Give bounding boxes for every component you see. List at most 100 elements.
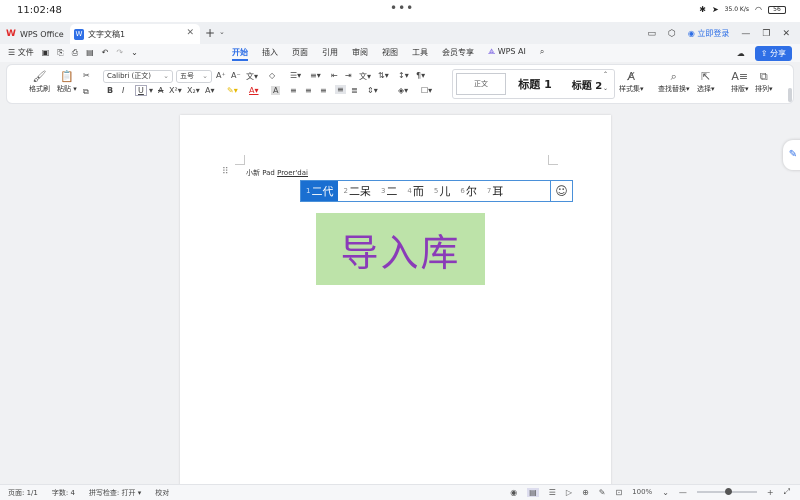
save-icon[interactable]: ▣ xyxy=(42,48,50,57)
eye-icon[interactable]: ◉ xyxy=(510,488,517,497)
show-marks-icon[interactable]: ¶▾ xyxy=(416,71,425,80)
find-replace-button[interactable]: ⌕ 查找替换▾ xyxy=(658,70,690,94)
align-center-icon[interactable]: ≡ xyxy=(305,86,312,95)
export-icon[interactable]: ⎘ xyxy=(57,48,63,58)
new-tab-button[interactable]: + xyxy=(205,26,215,40)
zoom-level[interactable]: 100% xyxy=(632,488,652,496)
line-spacing-icon[interactable]: ↕▾ xyxy=(398,71,409,80)
page-count[interactable]: 页面: 1/1 xyxy=(8,488,38,498)
spell-check[interactable]: 拼写检查: 打开 ▾ xyxy=(89,488,141,498)
ime-candidate[interactable]: 4而 xyxy=(402,181,428,201)
align-right-icon[interactable]: ≡ xyxy=(320,86,327,95)
border-icon[interactable]: ☐▾ xyxy=(421,86,432,95)
subscript-button[interactable]: X₂▾ xyxy=(187,86,200,95)
chevron-down-icon[interactable]: ▾ xyxy=(149,86,153,95)
zoom-slider[interactable] xyxy=(696,488,757,495)
ime-candidate[interactable]: 5儿 xyxy=(429,181,455,201)
bold-button[interactable]: B xyxy=(107,86,113,95)
web-view-icon[interactable]: ⊕ xyxy=(582,488,589,497)
italic-button[interactable]: I xyxy=(122,86,124,95)
zoom-in-icon[interactable]: + xyxy=(767,488,774,497)
copy-icon[interactable]: ⧉ xyxy=(83,87,89,97)
numbered-list-icon[interactable]: ≡▾ xyxy=(310,71,321,80)
gallery-up-icon[interactable]: ⌃ xyxy=(603,71,608,78)
font-color-button[interactable]: A▾ xyxy=(249,86,259,95)
fullscreen-icon[interactable]: ⤢ xyxy=(784,487,790,497)
tab-home[interactable]: 开始 xyxy=(232,47,248,61)
restore-icon[interactable]: ❐ xyxy=(762,29,770,39)
ime-candidate[interactable]: 1 二代 xyxy=(301,181,339,201)
multitask-dots[interactable]: ••• xyxy=(390,1,414,15)
shrink-font-icon[interactable]: A⁻ xyxy=(231,71,241,80)
strikethrough-button[interactable]: A xyxy=(158,86,163,95)
proofread[interactable]: 校对 xyxy=(155,488,169,498)
distributed-icon[interactable]: ≣ xyxy=(351,86,358,95)
word-count[interactable]: 字数: 4 xyxy=(52,488,75,498)
tab-tools[interactable]: 工具 xyxy=(412,47,428,58)
pen-icon[interactable]: ✎ xyxy=(599,488,606,497)
more-chevron-icon[interactable]: ⌄ xyxy=(131,48,138,57)
print-preview-icon[interactable]: ▤ xyxy=(86,48,94,57)
style-heading-1[interactable]: 标题 1 xyxy=(511,73,559,95)
superscript-button[interactable]: X²▾ xyxy=(169,86,182,95)
text-effect-icon[interactable]: A▾ xyxy=(205,86,215,95)
ime-candidate[interactable]: 6尔 xyxy=(455,181,481,201)
zoom-chevron-icon[interactable]: ⌄ xyxy=(662,488,669,497)
file-menu[interactable]: ☰ 文件 xyxy=(8,47,34,58)
page-view-icon[interactable]: ▤ xyxy=(527,487,539,497)
decrease-indent-icon[interactable]: ⇤ xyxy=(331,71,338,80)
emoji-icon[interactable]: ☺ xyxy=(550,181,572,201)
pen-tool-icon[interactable]: ✎ xyxy=(783,140,800,170)
arrange-button[interactable]: ⧉ 排列▾ xyxy=(755,70,773,94)
ime-candidate[interactable]: 2 二呆 xyxy=(338,181,375,201)
close-window-icon[interactable]: ✕ xyxy=(782,29,790,39)
font-size-select[interactable]: 五号 ⌄ xyxy=(176,70,212,83)
minimize-icon[interactable]: — xyxy=(741,29,750,39)
chinese-layout-icon[interactable]: 文▾ xyxy=(359,71,371,82)
tab-insert[interactable]: 插入 xyxy=(262,47,278,58)
search-icon[interactable]: ⌕ xyxy=(540,47,544,58)
gallery-down-icon[interactable]: ⌄ xyxy=(603,85,608,92)
tab-wps-ai[interactable]: ⟁ WPS AI xyxy=(488,47,526,58)
ribbon-scrollbar[interactable] xyxy=(788,88,792,102)
grow-font-icon[interactable]: A⁺ xyxy=(216,71,226,80)
print-icon[interactable]: ⎙ xyxy=(72,48,78,58)
sort-icon[interactable]: ⇅▾ xyxy=(378,71,389,80)
tab-view[interactable]: 视图 xyxy=(382,47,398,58)
zoom-out-icon[interactable]: — xyxy=(679,488,687,497)
play-icon[interactable]: ▷ xyxy=(566,488,572,497)
chevron-down-icon[interactable]: ⌄ xyxy=(219,28,225,36)
cube-icon[interactable]: ⬡ xyxy=(668,29,676,39)
justify-icon[interactable]: ≡ xyxy=(335,85,346,94)
ime-candidate[interactable]: 3二 xyxy=(376,181,402,201)
tab-review[interactable]: 审阅 xyxy=(352,47,368,58)
layout-button[interactable]: A≡ 排版▾ xyxy=(731,70,749,94)
phonetic-icon[interactable]: 文▾ xyxy=(246,71,258,82)
format-painter-button[interactable]: 🖌 格式刷 xyxy=(29,70,50,94)
outline-view-icon[interactable]: ☰ xyxy=(549,488,556,497)
font-name-select[interactable]: Calibri (正文) ⌄ xyxy=(103,70,173,83)
cut-icon[interactable]: ✂ xyxy=(83,71,90,80)
redo-icon[interactable]: ↷ xyxy=(116,48,123,57)
paste-button[interactable]: 📋 粘贴 ▾ xyxy=(57,70,77,94)
paragraph-spacing-icon[interactable]: ⇕▾ xyxy=(367,86,378,95)
fit-icon[interactable]: ⊡ xyxy=(615,488,622,497)
tab-wps-office[interactable]: W WPS Office xyxy=(6,24,64,44)
login-button[interactable]: ◉ 立即登录 xyxy=(688,28,730,39)
close-tab-icon[interactable]: ✕ xyxy=(186,28,194,38)
tab-document[interactable]: W 文字文稿1 ✕ xyxy=(70,24,200,44)
document-page[interactable]: ⠿ 小新 Pad Proer'dai xyxy=(180,115,611,490)
increase-indent-icon[interactable]: ⇥ xyxy=(345,71,352,80)
tab-page[interactable]: 页面 xyxy=(292,47,308,58)
fill-icon[interactable]: ◈▾ xyxy=(398,86,408,95)
tab-references[interactable]: 引用 xyxy=(322,47,338,58)
style-normal[interactable]: 正文 xyxy=(456,73,506,95)
share-button[interactable]: ⇪ 分享 xyxy=(754,46,792,61)
drag-handle-icon[interactable]: ⠿ xyxy=(222,167,229,177)
underline-button[interactable]: U xyxy=(135,85,147,96)
undo-icon[interactable]: ↶ xyxy=(102,48,109,57)
tab-member[interactable]: 会员专享 xyxy=(442,47,474,58)
bullet-list-icon[interactable]: ☰▾ xyxy=(290,71,301,80)
ime-candidate[interactable]: 7耳 xyxy=(482,181,508,201)
cloud-icon[interactable]: ☁ xyxy=(737,49,745,58)
